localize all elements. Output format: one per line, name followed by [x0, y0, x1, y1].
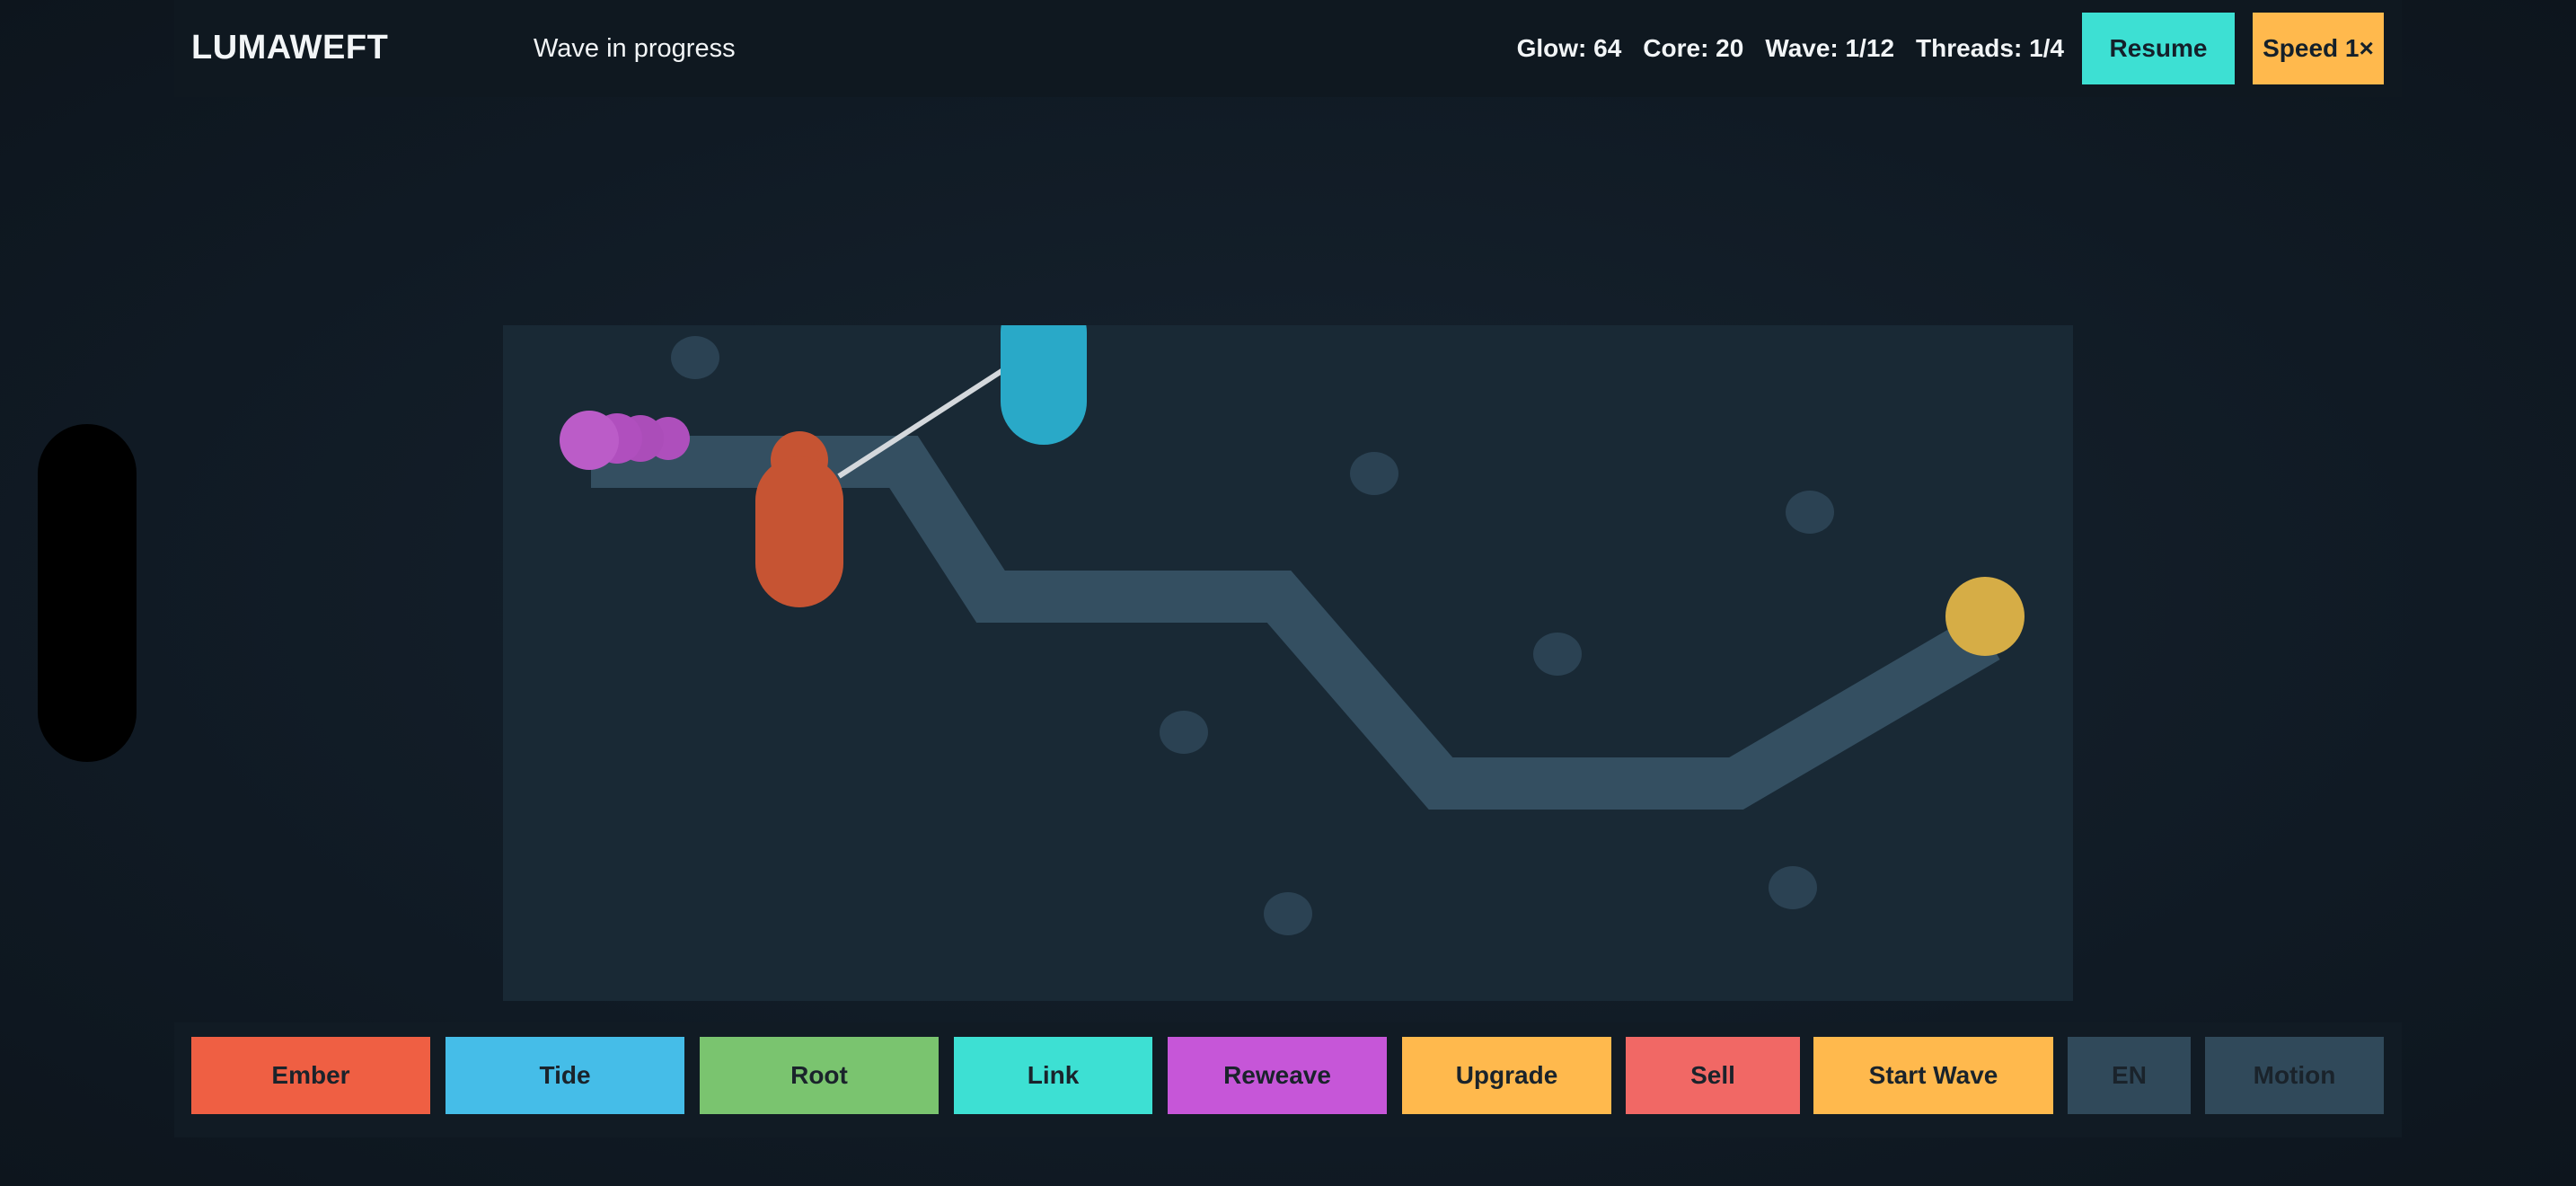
game-board[interactable] — [503, 325, 2073, 1001]
start-wave-button[interactable]: Start Wave — [1813, 1037, 2053, 1114]
tide-tower-icon[interactable] — [1001, 325, 1087, 445]
rock-decoration — [671, 336, 719, 379]
enemy-icon — [560, 411, 619, 470]
link-button[interactable]: Link — [954, 1037, 1152, 1114]
board-canvas[interactable] — [503, 325, 2073, 1001]
game-title: LUMAWEFT — [191, 29, 389, 66]
speed-button[interactable]: Speed 1× — [2253, 13, 2384, 84]
rock-decoration — [1786, 491, 1834, 534]
resume-button[interactable]: Resume — [2082, 13, 2235, 84]
side-drag-handle[interactable] — [38, 424, 137, 762]
rock-decoration — [1160, 711, 1208, 754]
rock-decoration — [1350, 452, 1398, 495]
rock-decoration — [1769, 866, 1817, 909]
ember-button[interactable]: Ember — [191, 1037, 430, 1114]
threads-stat: Threads: 1/4 — [1916, 34, 2064, 62]
upgrade-button[interactable]: Upgrade — [1402, 1037, 1611, 1114]
reweave-button[interactable]: Reweave — [1168, 1037, 1387, 1114]
core-orb-icon — [1945, 577, 2025, 656]
top-hud-bar — [174, 0, 2402, 97]
language-button[interactable]: EN — [2068, 1037, 2191, 1114]
wave-status-text: Wave in progress — [534, 34, 736, 63]
glow-stat: Glow: 64 — [1516, 34, 1622, 62]
wave-stat: Wave: 1/12 — [1765, 34, 1895, 62]
stats-panel: Glow: 64 Core: 20 Wave: 1/12 Threads: 1/… — [1517, 34, 2064, 63]
rock-decoration — [1533, 633, 1582, 676]
rock-decoration — [1264, 892, 1312, 935]
tide-button[interactable]: Tide — [446, 1037, 684, 1114]
sell-button[interactable]: Sell — [1626, 1037, 1800, 1114]
motion-button[interactable]: Motion — [2205, 1037, 2384, 1114]
root-button[interactable]: Root — [700, 1037, 939, 1114]
core-stat: Core: 20 — [1643, 34, 1744, 62]
